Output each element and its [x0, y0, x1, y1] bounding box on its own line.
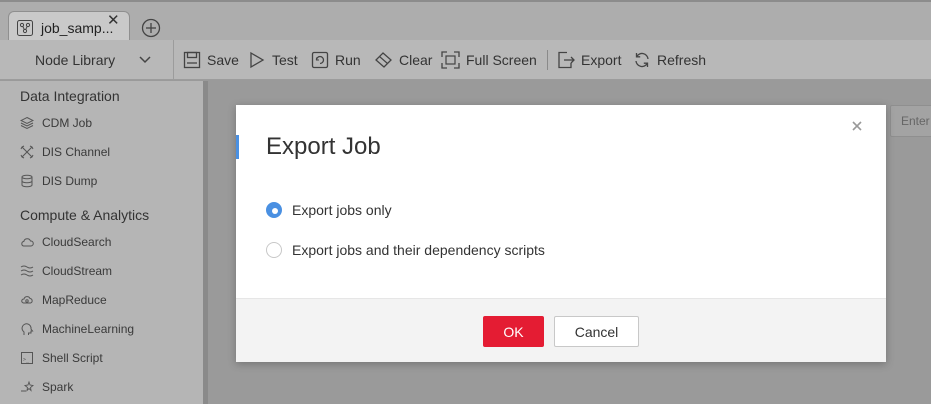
run-label: Run	[335, 52, 361, 68]
sidebar-item-label: MapReduce	[42, 293, 107, 307]
add-tab-icon[interactable]	[141, 18, 161, 38]
dis-dump-icon	[21, 174, 33, 188]
ok-button[interactable]: OK	[483, 316, 544, 347]
sidebar-item-dis-dump[interactable]: DIS Dump	[20, 172, 97, 190]
toolbar-divider	[547, 50, 548, 70]
radio-export-with-dependencies[interactable]: Export jobs and their dependency scripts	[266, 240, 545, 260]
sidebar-item-cloudsearch[interactable]: CloudSearch	[20, 233, 111, 251]
eraser-icon	[375, 52, 392, 68]
chevron-down-icon	[139, 56, 151, 64]
dialog-footer: OK Cancel	[236, 298, 886, 362]
sidebar-item-machinelearning[interactable]: MachineLearning	[20, 320, 134, 338]
mapreduce-icon	[21, 296, 33, 304]
sidebar-item-label: CDM Job	[42, 116, 93, 130]
tab-bar: job_samp... ✕	[0, 0, 931, 42]
radio-button[interactable]	[266, 242, 282, 258]
node-library-dropdown[interactable]: Node Library	[0, 40, 174, 80]
sidebar-item-spark[interactable]: Spark	[20, 378, 73, 396]
sidebar-item-cloudstream[interactable]: CloudStream	[20, 262, 112, 280]
svg-text:>_: >_	[23, 357, 30, 363]
close-icon[interactable]	[850, 119, 864, 133]
test-label: Test	[272, 52, 298, 68]
toolbar: Node Library Save Test Run Clear Full Sc…	[0, 40, 931, 80]
brain-icon	[21, 323, 34, 335]
sidebar-item-label: Shell Script	[42, 351, 103, 365]
node-library-label: Node Library	[35, 52, 116, 68]
clear-button[interactable]: Clear	[374, 40, 432, 80]
category-compute-analytics: Compute & Analytics	[20, 207, 150, 223]
sidebar-item-shell-script[interactable]: >_ Shell Script	[20, 349, 103, 367]
sidebar-item-label: DIS Channel	[42, 145, 111, 159]
stream-icon	[20, 265, 34, 277]
shell-icon: >_	[21, 352, 33, 364]
export-button[interactable]: Export	[557, 40, 621, 80]
sidebar-item-label: CloudStream	[42, 264, 113, 278]
full-screen-button[interactable]: Full Screen	[441, 40, 537, 80]
save-icon	[183, 51, 201, 69]
save-button[interactable]: Save	[183, 40, 239, 80]
run-button[interactable]: Run	[311, 40, 361, 80]
save-label: Save	[207, 52, 239, 68]
export-job-dialog: Export Job Export jobs only Export jobs …	[236, 105, 886, 362]
export-icon	[558, 51, 575, 69]
export-label: Export	[581, 52, 622, 68]
node-library-sidebar: Data Integration CDM Job DIS Channel DIS…	[0, 81, 203, 404]
radio-label: Export jobs and their dependency scripts	[292, 242, 545, 258]
tab-label: job_samp...	[41, 20, 114, 36]
search-input[interactable]: Enter	[890, 105, 931, 137]
cdm-icon	[20, 116, 34, 130]
refresh-icon	[635, 52, 649, 68]
refresh-button[interactable]: Refresh	[633, 40, 706, 80]
title-accent-bar	[236, 135, 239, 159]
refresh-label: Refresh	[657, 52, 707, 68]
sidebar-item-mapreduce[interactable]: MapReduce	[20, 291, 107, 309]
cancel-button[interactable]: Cancel	[554, 316, 639, 347]
sidebar-item-label: MachineLearning	[42, 322, 135, 336]
dialog-title: Export Job	[266, 133, 381, 160]
dis-channel-icon	[20, 145, 34, 159]
close-icon[interactable]: ✕	[107, 13, 120, 28]
radio-label: Export jobs only	[292, 202, 392, 218]
sidebar-item-label: DIS Dump	[42, 174, 98, 188]
category-data-integration: Data Integration	[20, 88, 120, 104]
spark-icon	[21, 380, 34, 392]
sidebar-scrollbar[interactable]	[203, 81, 208, 404]
sidebar-item-label: CloudSearch	[42, 235, 112, 249]
full-screen-label: Full Screen	[466, 52, 537, 68]
sidebar-item-dis-channel[interactable]: DIS Channel	[20, 143, 110, 161]
sidebar-item-cdm-job[interactable]: CDM Job	[20, 114, 92, 132]
clear-label: Clear	[399, 52, 433, 68]
run-icon	[311, 51, 329, 69]
workflow-icon	[17, 20, 33, 36]
tab-job-sample[interactable]: job_samp... ✕	[8, 11, 130, 42]
sidebar-item-label: Spark	[42, 380, 74, 394]
play-icon	[250, 51, 265, 69]
radio-button-checked[interactable]	[266, 202, 282, 218]
radio-export-jobs-only[interactable]: Export jobs only	[266, 200, 392, 220]
fullscreen-icon	[441, 51, 460, 69]
cloud-icon	[21, 238, 34, 247]
test-button[interactable]: Test	[248, 40, 298, 80]
search-placeholder: Enter	[901, 114, 930, 128]
